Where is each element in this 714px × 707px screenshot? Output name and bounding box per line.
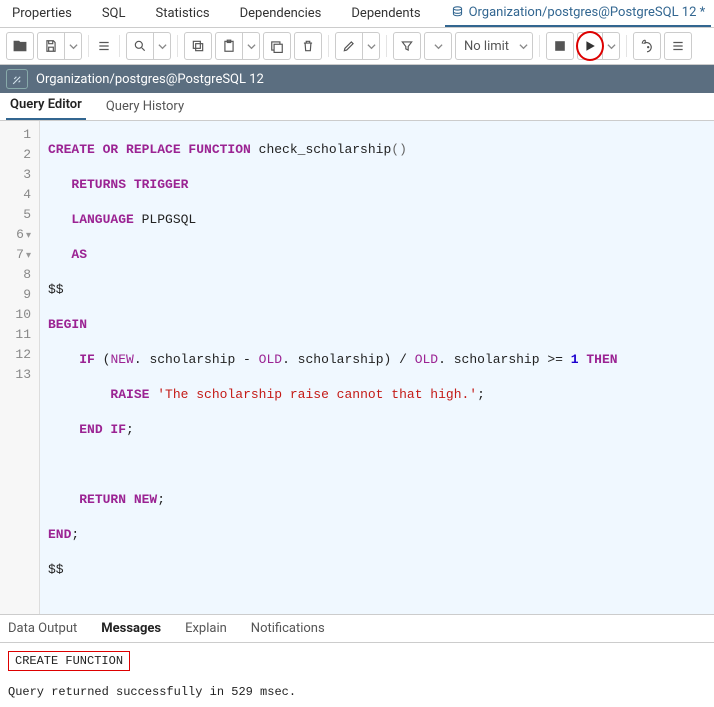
tab-query-tool-label: Organization/postgres@PostgreSQL 12 *: [469, 5, 706, 20]
edit-button[interactable]: [335, 32, 380, 60]
tab-properties[interactable]: Properties: [6, 1, 78, 26]
chevron-down-icon: [243, 33, 259, 59]
tab-dependents[interactable]: Dependents: [345, 1, 426, 26]
separator: [626, 35, 627, 57]
separator: [539, 35, 540, 57]
delete-button[interactable]: [294, 32, 322, 60]
separator: [386, 35, 387, 57]
tab-sql[interactable]: SQL: [96, 1, 132, 26]
settings-button[interactable]: [664, 32, 692, 60]
limit-label: No limit: [464, 39, 509, 54]
code-area[interactable]: CREATE OR REPLACE FUNCTION check_scholar…: [40, 121, 714, 614]
chevron-down-icon: [65, 33, 81, 59]
tab-query-tool[interactable]: Organization/postgres@PostgreSQL 12 *: [445, 0, 712, 27]
separator: [119, 35, 120, 57]
tab-data-output[interactable]: Data Output: [4, 616, 81, 641]
filter-dropdown-button[interactable]: [424, 32, 452, 60]
database-icon: [451, 6, 465, 20]
explain-button[interactable]: [633, 32, 661, 60]
stop-button[interactable]: [546, 32, 574, 60]
connection-icon[interactable]: [6, 69, 28, 89]
limit-select[interactable]: No limit: [455, 32, 533, 60]
separator: [177, 35, 178, 57]
execute-button[interactable]: [577, 32, 620, 60]
copy-button[interactable]: [184, 32, 212, 60]
tab-notifications[interactable]: Notifications: [247, 616, 329, 641]
tab-query-editor[interactable]: Query Editor: [6, 91, 86, 120]
filter-button[interactable]: [393, 32, 421, 60]
sql-editor[interactable]: 12345 678910 111213 CREATE OR REPLACE FU…: [0, 121, 714, 615]
messages-pane: CREATE FUNCTION Query returned successfu…: [0, 643, 714, 707]
paste-button[interactable]: [215, 32, 260, 60]
tab-explain[interactable]: Explain: [181, 616, 231, 641]
status-message: Query returned successfully in 529 msec.: [8, 685, 706, 699]
tab-dependencies[interactable]: Dependencies: [234, 1, 328, 26]
connection-label: Organization/postgres@PostgreSQL 12: [36, 72, 264, 87]
separator: [88, 35, 89, 57]
save-button[interactable]: [37, 32, 82, 60]
search-button[interactable]: [126, 32, 171, 60]
paste-rows-button[interactable]: [263, 32, 291, 60]
chevron-down-icon: [154, 33, 170, 59]
top-tab-bar: Properties SQL Statistics Dependencies D…: [0, 0, 714, 28]
result-message: CREATE FUNCTION: [8, 651, 130, 671]
open-file-button[interactable]: [6, 32, 34, 60]
tab-query-history[interactable]: Query History: [102, 93, 188, 120]
play-icon: [578, 33, 603, 59]
toolbar: No limit: [0, 28, 714, 65]
tab-messages[interactable]: Messages: [97, 616, 165, 641]
editor-tab-bar: Query Editor Query History: [0, 93, 714, 121]
connection-bar: Organization/postgres@PostgreSQL 12: [0, 65, 714, 93]
find-button[interactable]: [95, 32, 113, 60]
line-gutter: 12345 678910 111213: [0, 121, 40, 614]
chevron-down-icon: [603, 33, 619, 59]
output-tab-bar: Data Output Messages Explain Notificatio…: [0, 615, 714, 643]
tab-statistics[interactable]: Statistics: [150, 1, 216, 26]
separator: [328, 35, 329, 57]
chevron-down-icon: [363, 33, 379, 59]
